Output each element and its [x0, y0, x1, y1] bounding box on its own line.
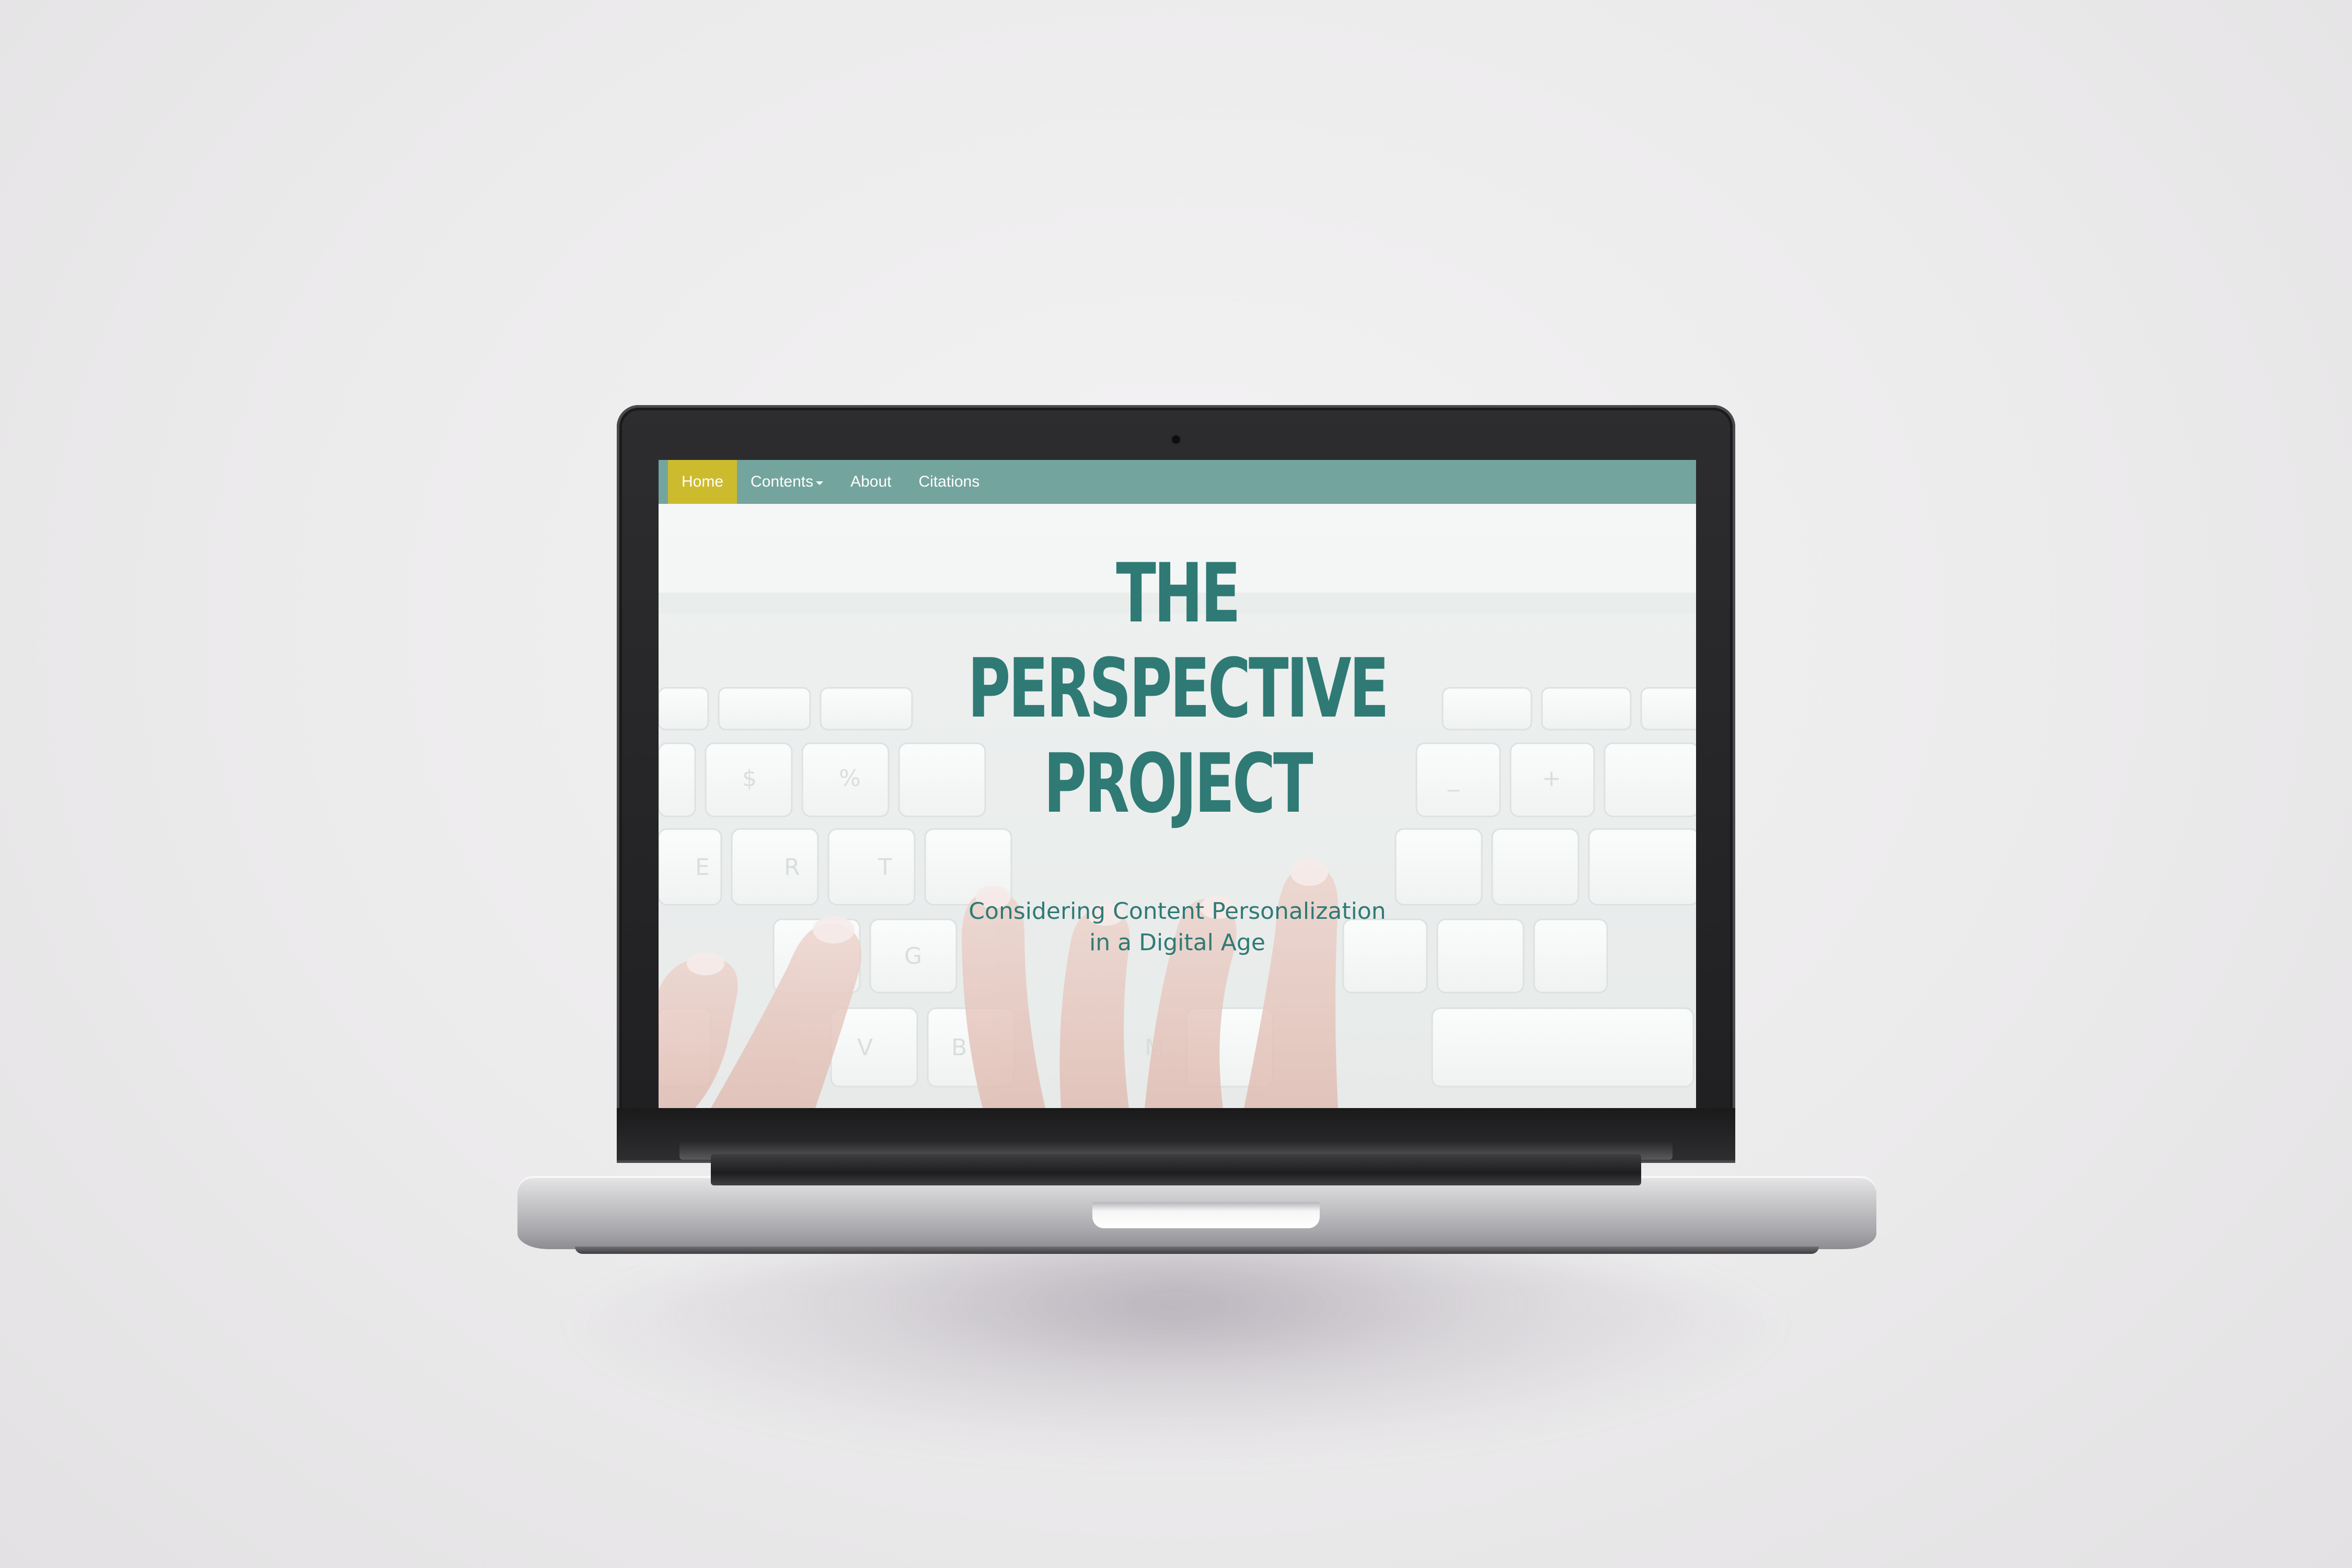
hero-title: THE PERSPECTIVE PROJECT [804, 546, 1551, 831]
nav-citations-label: Citations [918, 473, 980, 490]
webcam-icon [1172, 435, 1180, 444]
hero-section: $ % _ + E R T G V B M [659, 504, 1696, 1108]
nav-contents-label: Contents [751, 473, 814, 490]
nav-home-label: Home [682, 473, 724, 490]
nav-citations[interactable]: Citations [905, 460, 994, 504]
laptop-keyboard-edge [711, 1154, 1641, 1185]
nav-home[interactable]: Home [668, 460, 737, 504]
hero-subtitle-line-2: in a Digital Age [1089, 929, 1265, 956]
hero-subtitle: Considering Content Personalization in a… [659, 896, 1696, 959]
top-navbar: Home Contents About Citations [659, 460, 1696, 504]
laptop-base-lip [575, 1247, 1819, 1254]
nav-about-label: About [850, 473, 892, 490]
hero-title-line-3: PROJECT [1043, 736, 1313, 831]
hero-title-line-2: PERSPECTIVE [967, 641, 1389, 736]
hero-title-line-1: THE [1116, 546, 1241, 641]
hero-subtitle-line-1: Considering Content Personalization [969, 898, 1386, 925]
nav-about[interactable]: About [837, 460, 905, 504]
caret-down-icon [816, 481, 824, 485]
laptop-shadow [549, 1239, 1803, 1458]
laptop-screen: Home Contents About Citations $ % _ + E … [659, 460, 1696, 1108]
trackpad-notch [1092, 1202, 1320, 1228]
nav-contents-dropdown[interactable]: Contents [737, 460, 837, 504]
